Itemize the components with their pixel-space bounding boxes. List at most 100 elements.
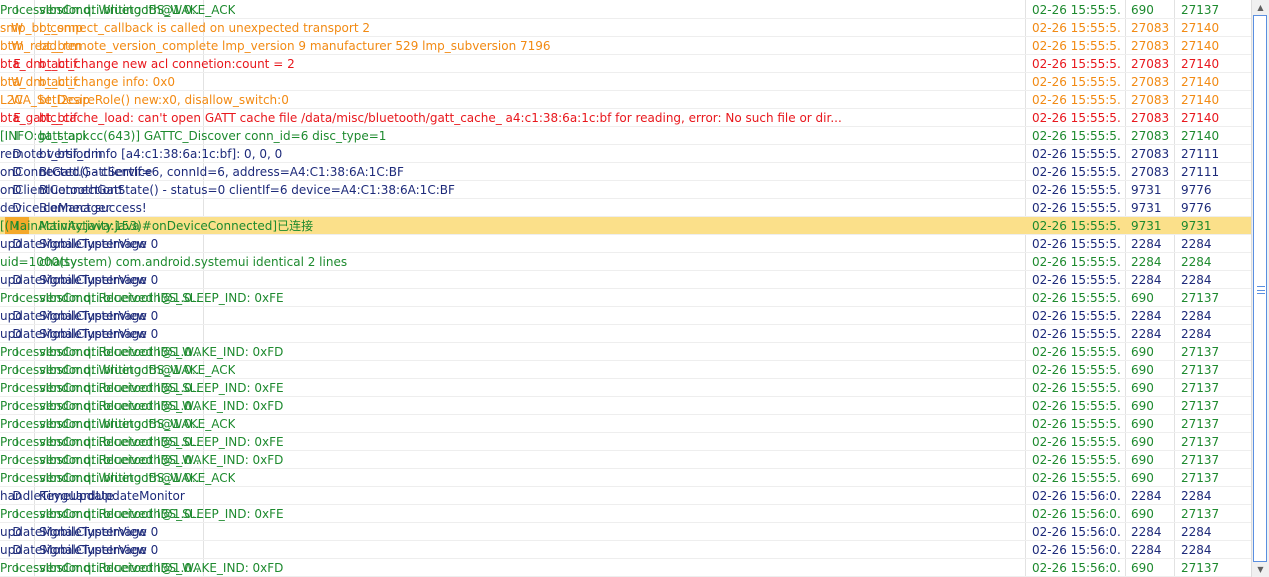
log-message: ProcessIbsCmd: Received IBS_WAKE_IND: 0x… [0, 561, 284, 575]
log-message: updateMobileTypeImage 0 [0, 237, 159, 251]
log-row[interactable]: Wbt_l2cap L2CA_SetDesireRole() new:x0, di… [0, 91, 1251, 109]
log-time: 02-26 15:55:5... [1032, 111, 1122, 125]
log-time: 02-26 15:55:5... [1032, 219, 1122, 233]
log-tid: 27140 [1181, 21, 1220, 35]
log-time: 02-26 15:55:5... [1032, 309, 1122, 323]
log-time: 02-26 15:55:5... [1032, 255, 1122, 269]
log-message: bta_dm_acl_change new acl connetion:coun… [0, 57, 295, 71]
log-time: 02-26 15:55:5... [1032, 39, 1122, 53]
log-time: 02-26 15:55:5... [1032, 471, 1122, 485]
scroll-down-arrow-icon[interactable]: ▼ [1253, 562, 1268, 577]
scroll-track[interactable] [1252, 15, 1269, 562]
log-pid: 9731 [1131, 219, 1162, 233]
log-row[interactable]: D SignalClusterView updateMobileTypeImage … [0, 541, 1251, 559]
log-row[interactable]: D KeyguardUpdateMonitor handleTimeUpdate 02… [0, 487, 1251, 505]
log-tid: 2284 [1181, 237, 1212, 251]
log-message: updateMobileTypeImage 0 [0, 543, 159, 557]
log-pid: 2284 [1131, 525, 1162, 539]
log-time: 02-26 15:55:5... [1032, 201, 1122, 215]
log-row[interactable]: D SignalClusterView updateMobileTypeImage … [0, 271, 1251, 289]
log-row[interactable]: Ivendor.qti.bluetooth@1.0... ProcessIbsCm… [0, 559, 1251, 577]
log-tid: 27137 [1181, 381, 1220, 395]
log-row[interactable]: Ebt_btif bta_dm_acl_change new acl connet… [0, 55, 1251, 73]
log-pid: 27083 [1131, 165, 1170, 179]
log-pid: 9731 [1131, 183, 1162, 197]
log-row[interactable]: Ivendor.qti.bluetooth@1.0... ProcessIbsCm… [0, 397, 1251, 415]
log-time: 02-26 15:56:0... [1032, 561, 1122, 575]
log-time: 02-26 15:56:0... [1032, 507, 1122, 521]
log-row[interactable]: Ivendor.qti.bluetooth@1.0... ProcessIbsCm… [0, 415, 1251, 433]
log-message: ProcessIbsCmd: Received IBS_WAKE_IND: 0x… [0, 453, 284, 467]
log-row[interactable]: D SignalClusterView updateMobileTypeImage … [0, 307, 1251, 325]
scroll-grip-icon [1257, 286, 1265, 294]
log-row[interactable]: D BluetoothGatt onClientConnectionState() … [0, 181, 1251, 199]
log-row-selected[interactable]: I MainActivity.java [(MainActivity.java:15… [0, 217, 1251, 235]
log-row[interactable]: Ivendor.qti.bluetooth@1.0... ProcessIbsCm… [0, 1, 1251, 19]
log-pid: 27083 [1131, 93, 1170, 107]
log-time: 02-26 15:56:0... [1032, 489, 1122, 503]
logcat-list[interactable]: Ivendor.qti.bluetooth@1.0... ProcessIbsCm… [0, 0, 1251, 577]
log-tid: 2284 [1181, 489, 1212, 503]
log-message: ProcessIbsCmd: Received IBS_WAKE_IND: 0x… [0, 399, 284, 413]
log-row[interactable]: Ivendor.qti.bluetooth@1.0... ProcessIbsCm… [0, 289, 1251, 307]
log-row[interactable]: Ivendor.qti.bluetooth@1.0... ProcessIbsCm… [0, 451, 1251, 469]
log-message: ProcessIbsCmd: Received IBS_SLEEP_IND: 0… [0, 381, 284, 395]
log-time: 02-26 15:55:5... [1032, 327, 1122, 341]
log-pid: 690 [1131, 291, 1154, 305]
log-row[interactable]: Ebt_btif bta_gattc_cache_load: can't open… [0, 109, 1251, 127]
log-tid: 27137 [1181, 399, 1220, 413]
log-tid: 27137 [1181, 435, 1220, 449]
log-message: ProcessIbsCmd: Writing IBS_WAKE_ACK [0, 471, 236, 485]
log-message: handleTimeUpdate [0, 489, 114, 503]
log-time: 02-26 15:55:5... [1032, 165, 1122, 179]
log-message: [(MainActivity.java:153)#onDeviceConnect… [0, 219, 314, 233]
scroll-thumb[interactable] [1253, 15, 1267, 562]
log-pid: 690 [1131, 399, 1154, 413]
log-pid: 690 [1131, 363, 1154, 377]
log-tid: 2284 [1181, 327, 1212, 341]
log-message: device connect success! [0, 201, 147, 215]
log-tid: 2284 [1181, 525, 1212, 539]
log-row[interactable]: Ichatty uid=1000(system) com.android.syst… [0, 253, 1251, 271]
log-row[interactable]: D BtGatt.GattService onConnected() - clien… [0, 163, 1251, 181]
log-row[interactable]: D BleManager device connect success! 02-26 … [0, 199, 1251, 217]
log-pid: 27083 [1131, 111, 1170, 125]
log-pid: 27083 [1131, 129, 1170, 143]
log-row[interactable]: Wbt_btif bta_dm_acl_change info: 0x0 02-26… [0, 73, 1251, 91]
log-tid: 9731 [1181, 219, 1212, 233]
log-pid: 690 [1131, 417, 1154, 431]
log-row[interactable]: D SignalClusterView updateMobileTypeImage … [0, 325, 1251, 343]
log-row[interactable]: D SignalClusterView updateMobileTypeImage … [0, 235, 1251, 253]
log-message: ProcessIbsCmd: Received IBS_SLEEP_IND: 0… [0, 291, 284, 305]
vertical-scrollbar[interactable]: ▲ ▼ [1251, 0, 1269, 577]
log-time: 02-26 15:55:5... [1032, 363, 1122, 377]
log-message: ProcessIbsCmd: Received IBS_WAKE_IND: 0x… [0, 345, 284, 359]
log-row[interactable]: Wbt_btm btm_read_remote_version_complete … [0, 37, 1251, 55]
log-pid: 9731 [1131, 201, 1162, 215]
log-row[interactable]: Ivendor.qti.bluetooth@1.0... ProcessIbsCm… [0, 343, 1251, 361]
log-tid: 2284 [1181, 543, 1212, 557]
log-row[interactable]: Dbt_btif_dm remote version info [a4:c1:38… [0, 145, 1251, 163]
log-row[interactable]: Ivendor.qti.bluetooth@1.0... ProcessIbsCm… [0, 505, 1251, 523]
log-row[interactable]: Ibt_stack [INFO:gatt_api.cc(643)] GATTC_D… [0, 127, 1251, 145]
log-pid: 690 [1131, 507, 1154, 521]
log-row[interactable]: Ivendor.qti.bluetooth@1.0... ProcessIbsCm… [0, 469, 1251, 487]
log-tid: 27137 [1181, 291, 1220, 305]
log-message: onConnected() - clientIf=6, connId=6, ad… [0, 165, 404, 179]
log-pid: 27083 [1131, 21, 1170, 35]
log-row[interactable]: D SignalClusterView updateMobileTypeImage … [0, 523, 1251, 541]
log-row[interactable]: Ivendor.qti.bluetooth@1.0... ProcessIbsCm… [0, 379, 1251, 397]
log-row[interactable]: Wbt_smp smp_br_connect_callback is called… [0, 19, 1251, 37]
log-row[interactable]: Ivendor.qti.bluetooth@1.0... ProcessIbsCm… [0, 433, 1251, 451]
log-message: bta_gattc_cache_load: can't open GATT ca… [0, 111, 842, 125]
log-time: 02-26 15:55:5... [1032, 21, 1122, 35]
log-tid: 27111 [1181, 165, 1220, 179]
scroll-up-arrow-icon[interactable]: ▲ [1253, 0, 1268, 15]
log-row[interactable]: Ivendor.qti.bluetooth@1.0... ProcessIbsCm… [0, 361, 1251, 379]
log-message: L2CA_SetDesireRole() new:x0, disallow_sw… [0, 93, 289, 107]
log-tid: 9776 [1181, 201, 1212, 215]
log-tid: 27140 [1181, 75, 1220, 89]
log-tid: 9776 [1181, 183, 1212, 197]
log-pid: 27083 [1131, 57, 1170, 71]
log-time: 02-26 15:55:5... [1032, 237, 1122, 251]
